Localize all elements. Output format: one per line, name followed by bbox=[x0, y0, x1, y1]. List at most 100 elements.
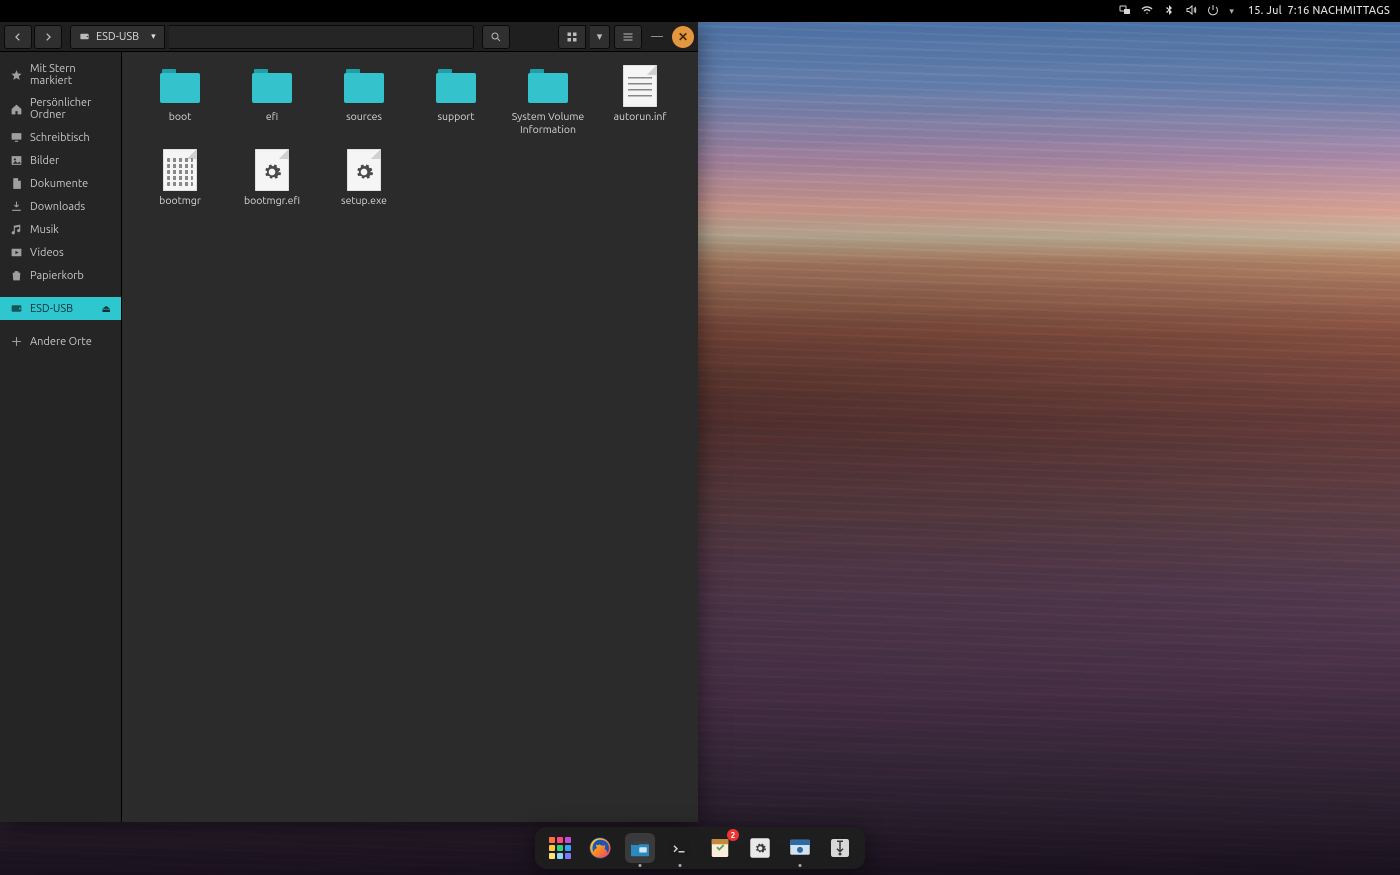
music-icon bbox=[10, 223, 23, 236]
volume-icon[interactable] bbox=[1185, 4, 1197, 19]
sidebar-item-label: Downloads bbox=[30, 201, 85, 213]
file-item[interactable]: bootmgr.efi bbox=[226, 150, 318, 207]
window-close-button[interactable]: ✕ bbox=[672, 26, 694, 48]
sidebar-item-videos[interactable]: Videos bbox=[0, 241, 121, 264]
screen-share-icon[interactable] bbox=[1119, 4, 1131, 19]
sidebar-item-label: Bilder bbox=[30, 155, 59, 167]
dock-badge: 2 bbox=[727, 829, 739, 841]
folder-icon bbox=[252, 69, 292, 103]
file-icon bbox=[255, 149, 289, 191]
sidebar-item-esd-usb[interactable]: ESD-USB ⏏ bbox=[0, 297, 121, 320]
downloads-icon bbox=[10, 200, 23, 213]
file-item[interactable]: setup.exe bbox=[318, 150, 410, 207]
bluetooth-icon[interactable] bbox=[1163, 4, 1175, 19]
dock-item-settings[interactable] bbox=[745, 833, 775, 863]
drive-icon bbox=[79, 31, 90, 42]
dock-item-apps[interactable] bbox=[545, 833, 575, 863]
sidebar-item-label: Persönlicher Ordner bbox=[30, 97, 111, 121]
file-item[interactable]: System Volume Information bbox=[502, 66, 594, 136]
sidebar-item-downloads[interactable]: Downloads bbox=[0, 195, 121, 218]
file-icon bbox=[623, 65, 657, 107]
dock: 2 bbox=[535, 827, 865, 869]
file-item[interactable]: autorun.inf bbox=[594, 66, 686, 136]
file-label: support bbox=[437, 110, 474, 123]
sidebar-item-starred[interactable]: Mit Stern markiert bbox=[0, 58, 121, 92]
plus-icon bbox=[10, 335, 23, 348]
folder-icon bbox=[436, 69, 476, 103]
sidebar-item-other[interactable]: Andere Orte bbox=[0, 330, 121, 353]
nav-back-button[interactable] bbox=[4, 25, 32, 49]
folder-icon bbox=[528, 69, 568, 103]
file-label: boot bbox=[169, 110, 192, 123]
file-label: autorun.inf bbox=[614, 110, 667, 123]
dock-item-usbwriter[interactable] bbox=[825, 833, 855, 863]
folder-icon bbox=[344, 69, 384, 103]
dock-item-software[interactable]: 2 bbox=[705, 833, 735, 863]
file-item[interactable]: boot bbox=[134, 66, 226, 136]
file-label: bootmgr bbox=[159, 194, 201, 207]
sidebar-item-label: Mit Stern markiert bbox=[30, 63, 111, 87]
dock-item-files[interactable] bbox=[625, 833, 655, 863]
file-icon bbox=[163, 149, 197, 191]
sidebar-item-label: Andere Orte bbox=[30, 336, 92, 348]
file-label: System Volume Information bbox=[504, 110, 592, 136]
sidebar-item-music[interactable]: Musik bbox=[0, 218, 121, 241]
file-label: sources bbox=[346, 110, 382, 123]
sidebar-item-label: ESD-USB bbox=[30, 303, 73, 315]
file-label: efi bbox=[266, 110, 278, 123]
view-icons-button[interactable] bbox=[558, 25, 586, 49]
clock-time: 7:16 bbox=[1287, 5, 1309, 17]
sidebar: Mit Stern markiert Persönlicher Ordner Sch… bbox=[0, 52, 122, 822]
desktop-icon bbox=[10, 131, 23, 144]
trash-icon bbox=[10, 269, 23, 282]
documents-icon bbox=[10, 177, 23, 190]
folder-content[interactable]: boot efi sources support System Volume Infor… bbox=[122, 52, 698, 822]
path-chip[interactable]: ESD-USB ▾ bbox=[70, 25, 165, 49]
window-header: ESD-USB ▾ ▾ — ✕ bbox=[0, 22, 698, 52]
dock-item-terminal[interactable] bbox=[665, 833, 695, 863]
system-tray[interactable]: ▾ bbox=[1119, 4, 1234, 19]
sidebar-item-pictures[interactable]: Bilder bbox=[0, 149, 121, 172]
chevron-down-icon: ▾ bbox=[151, 31, 156, 42]
sidebar-item-label: Papierkorb bbox=[30, 270, 84, 282]
window-minimize-button[interactable]: — bbox=[646, 26, 668, 48]
tray-menu-arrow-icon[interactable]: ▾ bbox=[1229, 6, 1234, 17]
dock-item-screenshot[interactable] bbox=[785, 833, 815, 863]
file-manager-window: ESD-USB ▾ ▾ — ✕ Mit Stern markiert Persön… bbox=[0, 22, 698, 822]
clock-period: NACHMITTAGS bbox=[1312, 5, 1390, 17]
eject-icon[interactable]: ⏏ bbox=[102, 303, 111, 315]
sidebar-item-trash[interactable]: Papierkorb bbox=[0, 264, 121, 287]
search-button[interactable] bbox=[482, 25, 510, 49]
folder-icon bbox=[160, 69, 200, 103]
sidebar-item-label: Videos bbox=[30, 247, 64, 259]
path-chip-label: ESD-USB bbox=[96, 31, 139, 43]
sidebar-item-desktop[interactable]: Schreibtisch bbox=[0, 126, 121, 149]
file-item[interactable]: support bbox=[410, 66, 502, 136]
starred-icon bbox=[10, 69, 23, 82]
file-label: setup.exe bbox=[341, 194, 387, 207]
power-icon[interactable] bbox=[1207, 4, 1219, 19]
file-icon bbox=[347, 149, 381, 191]
hamburger-menu-button[interactable] bbox=[614, 25, 642, 49]
file-label: bootmgr.efi bbox=[244, 194, 300, 207]
clock[interactable]: 15. Jul 7:16 NACHMITTAGS bbox=[1248, 5, 1390, 17]
sidebar-item-label: Dokumente bbox=[30, 178, 88, 190]
nav-forward-button[interactable] bbox=[34, 25, 62, 49]
sidebar-item-documents[interactable]: Dokumente bbox=[0, 172, 121, 195]
path-bar[interactable] bbox=[169, 25, 474, 49]
file-item[interactable]: bootmgr bbox=[134, 150, 226, 207]
drive-icon bbox=[10, 302, 23, 315]
sidebar-item-label: Schreibtisch bbox=[30, 132, 90, 144]
view-options-button[interactable]: ▾ bbox=[590, 25, 610, 49]
pictures-icon bbox=[10, 154, 23, 167]
file-item[interactable]: efi bbox=[226, 66, 318, 136]
home-icon bbox=[10, 103, 23, 116]
file-item[interactable]: sources bbox=[318, 66, 410, 136]
sidebar-item-home[interactable]: Persönlicher Ordner bbox=[0, 92, 121, 126]
dock-item-firefox[interactable] bbox=[585, 833, 615, 863]
sidebar-item-label: Musik bbox=[30, 224, 59, 236]
top-bar: ▾ 15. Jul 7:16 NACHMITTAGS bbox=[0, 0, 1400, 22]
clock-date: 15. Jul bbox=[1248, 5, 1282, 17]
wifi-icon[interactable] bbox=[1141, 4, 1153, 19]
videos-icon bbox=[10, 246, 23, 259]
